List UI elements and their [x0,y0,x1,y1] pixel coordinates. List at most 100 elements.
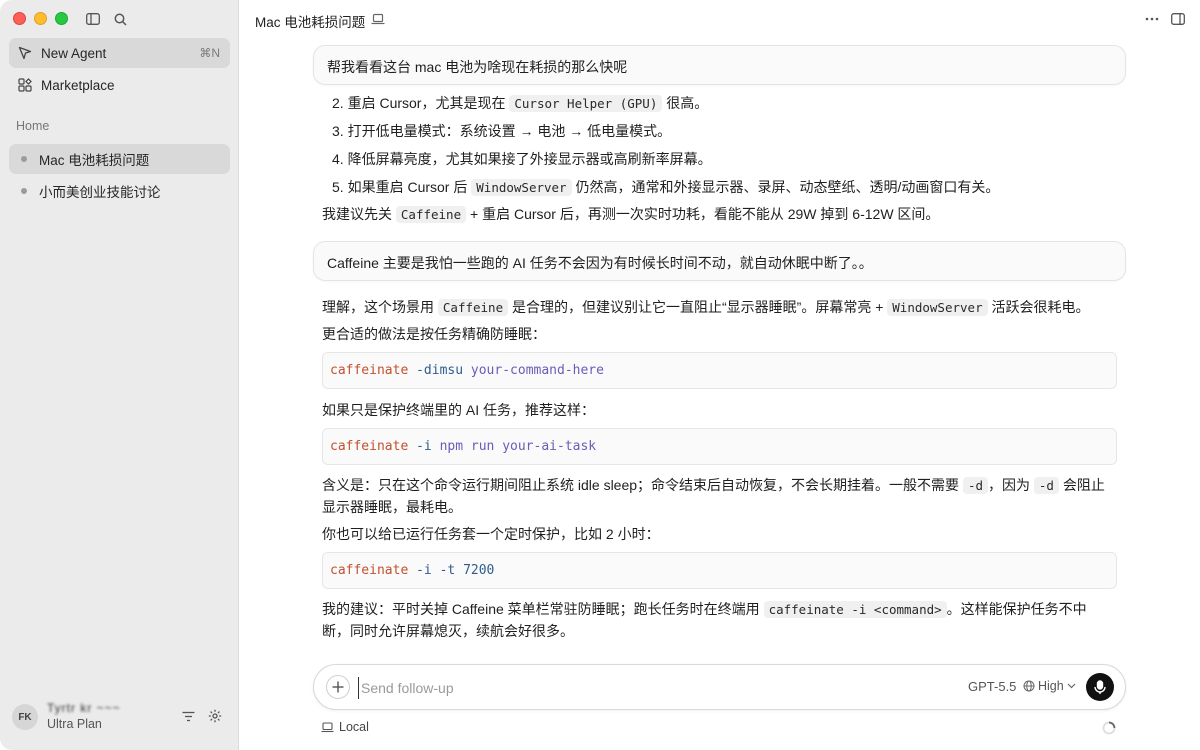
inline-code: -d [1033,477,1059,494]
sidebar: New Agent ⌘N Marketplace Home Mac 电池耗损问题… [0,0,239,750]
code-block[interactable]: caffeinate -dimsu your-command-here [322,352,1117,389]
app-window: New Agent ⌘N Marketplace Home Mac 电池耗损问题… [0,0,1200,750]
code-argument: npm run your-ai-task [439,439,597,454]
new-agent-label: New Agent [41,45,107,61]
code-flag: -i [416,439,432,454]
sidebar-chat-label: 小而美创业技能讨论 [39,185,161,200]
paragraph-text: 会阻止 [1058,477,1105,493]
code-flag: -i -t [416,563,456,578]
list-text: 很高。 [662,95,709,111]
laptop-icon [371,12,385,26]
follow-up-input[interactable] [358,677,918,699]
paragraph-text: 理解，这个场景用 [322,299,438,315]
assistant-paragraph: 含义是：只在这个命令运行期间阻止系统 idle sleep；命令结束后自动恢复，… [322,475,1105,495]
inline-code: WindowServer [471,179,572,196]
code-command: caffeinate [330,563,409,578]
zoom-window-button[interactable] [55,12,68,25]
minimize-window-button[interactable] [34,12,47,25]
user-message-text: Caffeine 主要是我怕一些跑的 AI 任务不会因为有时候长时间不动，就自动… [327,255,873,271]
list-item: 2. 重启 Cursor，尤其是现在 Cursor Helper (GPU) 很… [332,93,708,113]
filter-icon[interactable] [180,708,196,724]
marketplace-button[interactable]: Marketplace [9,70,230,100]
code-block[interactable]: caffeinate -i -t 7200 [322,552,1117,589]
user-message: 帮我看看这台 mac 电池为啥现在耗损的那么快呢 [313,45,1126,85]
inline-code: WindowServer [887,299,988,316]
inline-code: caffeinate -i <command> [763,601,947,618]
window-controls [13,12,68,25]
assistant-paragraph: 显示器睡眠，最耗电。 [322,499,462,515]
list-text: 重启 Cursor，尤其是现在 [347,95,510,111]
assistant-paragraph: 更合适的做法是按任务精确防睡眠： [322,326,546,342]
paragraph-text: + 重启 Cursor 后，再测一次实时功耗，看能不能从 29W 掉到 6-12… [466,206,940,222]
new-agent-button[interactable]: New Agent ⌘N [9,38,230,68]
paragraph-text: 。这样能保护任务不中 [946,601,1087,617]
code-argument: 7200 [463,563,495,578]
user-message: Caffeine 主要是我怕一些跑的 AI 任务不会因为有时候长时间不动，就自动… [313,241,1126,281]
add-attachment-button[interactable] [326,675,350,699]
marketplace-label: Marketplace [41,77,115,93]
code-block[interactable]: caffeinate -i npm run your-ai-task [322,428,1117,465]
gear-icon[interactable] [207,708,223,724]
list-number: 5. [332,179,344,195]
list-text: 仍然高，通常和外接显示器、录屏、动态壁纸、透明/动画窗口有关。 [571,179,1000,195]
chat-dot-icon [21,156,27,162]
user-plan: Ultra Plan [47,717,102,731]
loading-spinner-icon [1102,721,1116,735]
send-arrow-icon [17,45,33,61]
model-selector[interactable]: GPT-5.5 [968,679,1016,694]
sidebar-chat-item[interactable]: 小而美创业技能讨论 [9,176,230,206]
list-item: 4. 降低屏幕亮度，尤其如果接了外接显示器或高刷新率屏幕。 [332,149,712,169]
paragraph-text: 活跃会很耗电。 [987,299,1090,315]
paragraph-text: 含义是：只在这个命令运行期间阻止系统 idle sleep；命令结束后自动恢复，… [322,477,963,493]
list-text: 打开低电量模式：系统设置 → 电池 → 低电量模式。 [347,123,672,139]
page-title: Mac 电池耗损问题 [255,15,366,30]
list-number: 4. [332,151,344,167]
assistant-paragraph: 我的建议：平时关掉 Caffeine 菜单栏常驻防睡眠；跑长任务时在终端用 ca… [322,599,1087,619]
user-name: Tyrtr kr ~~~ [47,701,121,715]
paragraph-text: 我建议先关 [322,206,396,222]
inline-code: Caffeine [395,206,467,223]
laptop-icon [321,721,334,732]
sidebar-chat-label: Mac 电池耗损问题 [39,153,150,168]
marketplace-icon [17,77,33,93]
sidebar-section-home: Home [16,119,50,133]
list-number: 2. [332,95,344,111]
paragraph-text: 是合理的，但建议别让它一直阻止“显示器睡眠”。屏幕常亮 + [508,299,888,315]
toggle-panel-icon[interactable] [1169,10,1187,28]
assistant-paragraph: 理解，这个场景用 Caffeine 是合理的，但建议别让它一直阻止“显示器睡眠”… [322,297,1089,317]
list-item: 3. 打开低电量模式：系统设置 → 电池 → 低电量模式。 [332,121,671,141]
microphone-icon [1094,679,1106,694]
location-selector[interactable]: Local [321,720,369,734]
main-panel: Mac 电池耗损问题 帮我看看这台 mac 电池为啥现在耗损的那么快呢 2. 重… [240,0,1200,750]
title-bar: Mac 电池耗损问题 [240,0,1200,38]
toggle-sidebar-icon[interactable] [84,10,102,28]
list-item: 5. 如果重启 Cursor 后 WindowServer 仍然高，通常和外接显… [332,177,999,197]
avatar[interactable]: FK [12,704,38,730]
effort-selector[interactable]: High [1023,679,1076,693]
effort-label: High [1038,679,1064,693]
more-options-icon[interactable] [1143,10,1161,28]
new-agent-shortcut: ⌘N [199,46,220,60]
chat-dot-icon [21,188,27,194]
code-argument: your-command-here [470,363,604,378]
sidebar-chat-item[interactable]: Mac 电池耗损问题 [9,144,230,174]
location-label: Local [339,720,369,734]
list-text: 降低屏幕亮度，尤其如果接了外接显示器或高刷新率屏幕。 [347,151,712,167]
assistant-paragraph: 你也可以给已运行任务套一个定时保护，比如 2 小时： [322,526,660,542]
code-command: caffeinate [330,363,409,378]
code-command: caffeinate [330,439,409,454]
code-flag: -dimsu [416,363,464,378]
inline-code: Cursor Helper (GPU) [509,95,663,112]
paragraph-text: 我的建议：平时关掉 Caffeine 菜单栏常驻防睡眠；跑长任务时在终端用 [322,601,764,617]
inline-code: Caffeine [437,299,509,316]
inline-code: -d [962,477,988,494]
assistant-paragraph: 如果只是保护终端里的 AI 任务，推荐这样： [322,402,596,418]
list-number: 3. [332,123,344,139]
composer: GPT-5.5 High [313,664,1126,710]
close-window-button[interactable] [13,12,26,25]
assistant-paragraph: 我建议先关 Caffeine + 重启 Cursor 后，再测一次实时功耗，看能… [322,204,939,224]
chevron-down-icon [1067,683,1076,689]
search-icon[interactable] [111,10,129,28]
list-text: 如果重启 Cursor 后 [347,179,472,195]
microphone-button[interactable] [1086,673,1114,701]
